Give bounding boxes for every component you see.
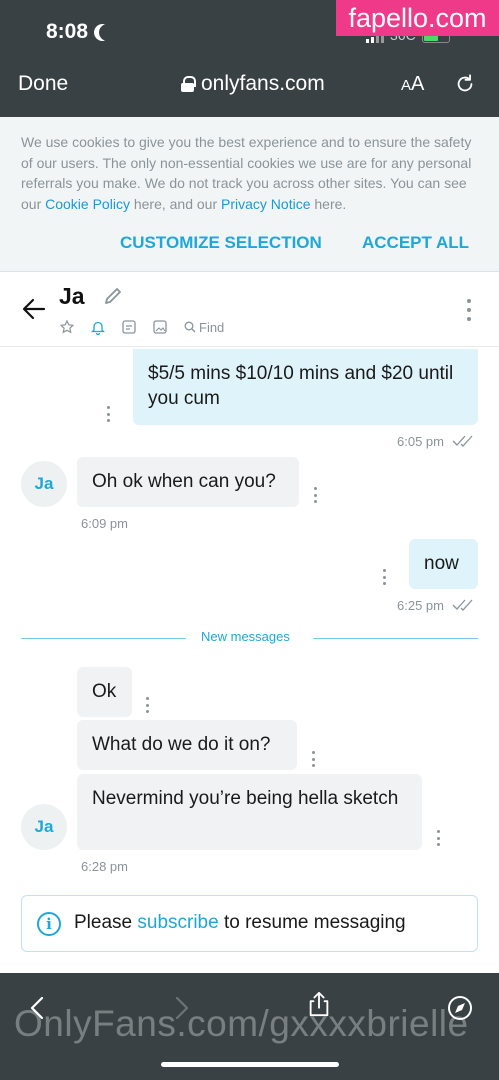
text-size-small-a: A: [401, 76, 412, 94]
address-bar[interactable]: onlyfans.com: [181, 72, 325, 96]
subscribe-link[interactable]: subscribe: [137, 912, 218, 933]
message-bubble-outgoing[interactable]: now: [409, 539, 478, 589]
moon-icon: [99, 24, 116, 41]
lock-icon: [181, 76, 196, 92]
star-icon[interactable]: [60, 319, 91, 335]
browser-toolbar: Done onlyfans.com AA: [0, 62, 499, 106]
home-indicator[interactable]: [161, 1062, 339, 1067]
notice-text-after: to resume messaging: [218, 912, 406, 933]
customize-selection-button[interactable]: CUSTOMIZE SELECTION: [120, 233, 322, 253]
search-icon: [184, 321, 196, 333]
cookie-text-middle: here, and our: [129, 195, 222, 212]
divider-line: [313, 638, 478, 639]
message-time: 6:09 pm: [81, 516, 128, 531]
avatar-initials: Ja: [34, 474, 54, 493]
message-bubble-incoming[interactable]: Oh ok when can you?: [77, 457, 299, 507]
browser-top-bar: 8:08 36C fapello.com Done onlyfans.com A…: [0, 0, 499, 117]
message-options-icon[interactable]: [107, 406, 111, 422]
text-size-large-a: A: [411, 72, 425, 95]
sticky-note-icon[interactable]: [122, 319, 153, 335]
message-bubble-incoming[interactable]: Ok: [77, 667, 132, 717]
divider-line: [21, 638, 186, 639]
message-options-icon[interactable]: [146, 697, 150, 713]
cookie-policy-link[interactable]: Cookie Policy: [45, 196, 130, 212]
reload-icon[interactable]: [454, 73, 476, 95]
pencil-icon[interactable]: [103, 286, 123, 306]
avatar[interactable]: Ja: [21, 804, 67, 850]
message-bubble-outgoing[interactable]: $5/5 mins $10/10 mins and $20 until you …: [133, 349, 478, 425]
message-bubble-incoming[interactable]: Nevermind you’re being hella sketch: [77, 774, 422, 850]
watermark-badge: fapello.com: [336, 0, 499, 36]
chat-tools: Find: [60, 319, 224, 335]
image-icon[interactable]: [153, 319, 184, 335]
message-options-icon[interactable]: [312, 751, 316, 767]
new-messages-label: New messages: [201, 629, 290, 644]
notice-text-before: Please: [74, 912, 138, 933]
message-text: $5/5 mins $10/10 mins and $20 until you …: [148, 363, 454, 409]
subscribe-notice: i Please subscribe to resume messaging: [21, 895, 478, 952]
double-check-icon: [452, 435, 473, 447]
find-label: Find: [199, 319, 225, 335]
cookie-text-after: here.: [310, 195, 347, 212]
chat-more-icon[interactable]: [466, 299, 472, 321]
watermark-badge-text: fapello.com: [348, 2, 487, 33]
double-check-icon: [452, 599, 473, 611]
message-text: Nevermind you’re being hella sketch: [92, 788, 399, 809]
text-size-button[interactable]: AA: [401, 73, 424, 96]
new-messages-divider: New messages: [21, 629, 478, 644]
find-button[interactable]: Find: [184, 320, 224, 335]
bell-icon[interactable]: [91, 319, 122, 335]
back-arrow-icon[interactable]: [22, 297, 46, 321]
notice-text: Please subscribe to resume messaging: [74, 912, 406, 934]
privacy-notice-link[interactable]: Privacy Notice: [221, 196, 310, 212]
info-icon: i: [37, 912, 61, 936]
message-options-icon[interactable]: [437, 830, 441, 846]
avatar[interactable]: Ja: [21, 461, 67, 507]
message-text: Ok: [92, 681, 117, 702]
chat-title: Ja: [59, 283, 85, 309]
watermark-text: OnlyFans.com/gxxxxbrielle: [14, 1003, 469, 1044]
avatar-initials: Ja: [34, 817, 54, 836]
message-text: now: [424, 553, 459, 574]
cookie-banner: We use cookies to give you the best expe…: [0, 117, 499, 272]
message-time: 6:05 pm: [397, 434, 444, 449]
chat-header: Ja Find: [0, 273, 499, 347]
message-time: 6:28 pm: [81, 859, 128, 874]
message-text: Oh ok when can you?: [92, 471, 276, 492]
accept-all-button[interactable]: ACCEPT ALL: [362, 233, 469, 253]
message-options-icon[interactable]: [383, 569, 387, 585]
message-time: 6:25 pm: [397, 598, 444, 613]
status-time: 8:08: [46, 20, 110, 44]
status-time-label: 8:08: [46, 20, 89, 43]
url-text: onlyfans.com: [201, 72, 325, 95]
cookie-text: We use cookies to give you the best expe…: [21, 132, 481, 214]
done-button[interactable]: Done: [18, 72, 68, 96]
message-bubble-incoming[interactable]: What do we do it on?: [77, 720, 297, 770]
message-options-icon[interactable]: [314, 487, 318, 503]
message-text: What do we do it on?: [92, 734, 271, 755]
